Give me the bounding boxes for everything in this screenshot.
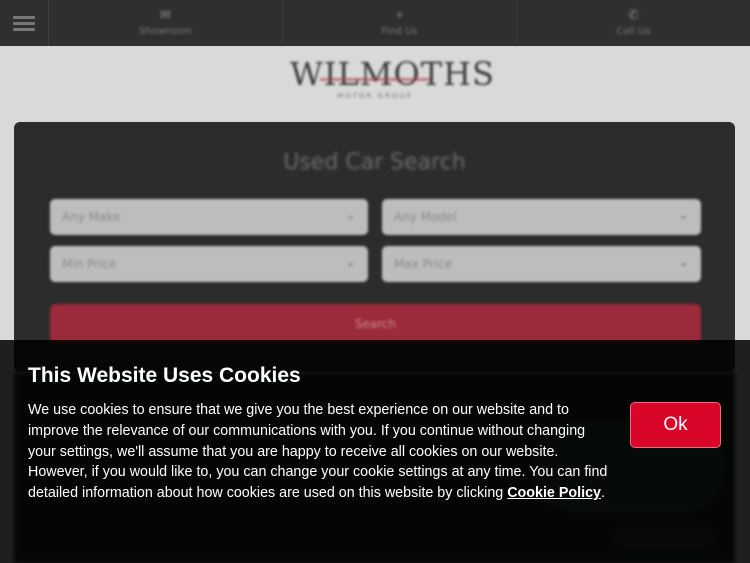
min-price-select-value: Min Price — [62, 257, 117, 271]
cookie-ok-button[interactable]: Ok — [630, 402, 721, 448]
nav-item-label: Find Us — [381, 26, 418, 37]
cookie-banner: This Website Uses Cookies We use cookies… — [0, 340, 750, 563]
cookie-banner-title: This Website Uses Cookies — [28, 364, 301, 387]
search-submit-button[interactable]: Search — [50, 304, 701, 344]
chevron-down-icon: ⌄ — [345, 208, 356, 223]
hamburger-icon — [13, 16, 35, 31]
nav-item-find-us[interactable]: ⌖ Find Us — [283, 0, 517, 46]
search-panel-title: Used Car Search — [283, 150, 466, 175]
envelope-icon: ✉ — [160, 8, 171, 23]
chevron-down-icon: ⌄ — [678, 208, 689, 223]
top-navigation-bar: ✉ Showroom ⌖ Find Us ✆ Call Us — [0, 0, 750, 46]
min-price-select[interactable]: Min Price ⌄ — [50, 246, 368, 282]
model-select[interactable]: Any Model ⌄ — [382, 199, 701, 235]
max-price-select-value: Max Price — [394, 257, 452, 271]
chevron-down-icon: ⌄ — [345, 255, 356, 270]
make-select-value: Any Make — [62, 210, 121, 224]
cookie-banner-text: We use cookies to ensure that we give yo… — [28, 400, 613, 504]
nav-item-label: Showroom — [139, 26, 192, 37]
max-price-select[interactable]: Max Price ⌄ — [382, 246, 701, 282]
nav-item-label: Call Us — [616, 26, 651, 37]
menu-button[interactable] — [0, 0, 49, 46]
cookie-policy-link[interactable]: Cookie Policy — [507, 485, 601, 501]
logo-tagline: MOTOR GROUP — [337, 92, 413, 100]
used-car-search-panel: Used Car Search Any Make ⌄ Any Model ⌄ M… — [14, 122, 735, 372]
site-logo[interactable]: WILMOTHS MOTOR GROUP — [290, 55, 495, 100]
chevron-down-icon: ⌄ — [678, 255, 689, 270]
nav-item-showroom[interactable]: ✉ Showroom — [49, 0, 283, 46]
logo-swoosh — [320, 78, 430, 81]
cookie-body-end: . — [600, 485, 605, 502]
logo-wordmark: WILMOTHS — [290, 55, 495, 93]
location-icon: ⌖ — [395, 8, 404, 23]
nav-item-call-us[interactable]: ✆ Call Us — [517, 0, 750, 46]
make-select[interactable]: Any Make ⌄ — [50, 199, 368, 235]
model-select-value: Any Model — [394, 210, 457, 224]
phone-icon: ✆ — [628, 8, 639, 23]
